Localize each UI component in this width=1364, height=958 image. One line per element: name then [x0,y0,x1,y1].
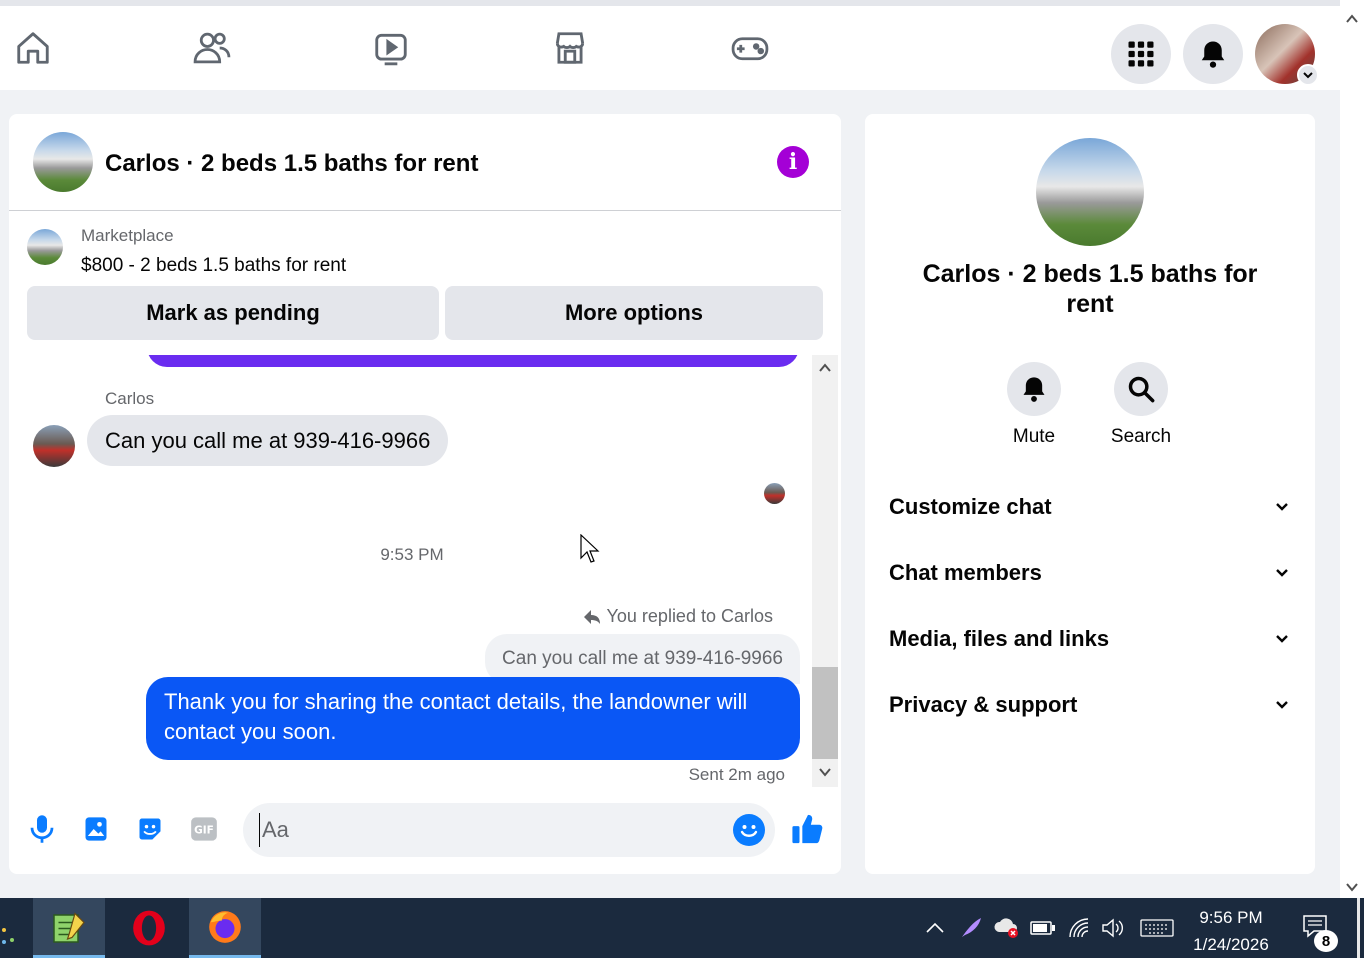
section-privacy-support[interactable]: Privacy & support [889,685,1289,725]
conversation-avatar[interactable] [1036,138,1144,246]
message-list: Carlos Can you call me at 939-416-9966 9… [9,355,841,787]
scroll-up-icon[interactable] [1345,12,1359,26]
volume-icon[interactable] [1101,916,1127,940]
gif-icon[interactable]: GIF [189,814,219,844]
section-label: Privacy & support [889,692,1078,717]
chat-header: Carlos · 2 beds 1.5 baths for rent i [9,114,841,211]
section-customize-chat[interactable]: Customize chat [889,487,1289,527]
reply-icon [583,609,600,624]
touch-keyboard-icon[interactable] [1140,916,1174,940]
menu-grid-button[interactable] [1111,24,1171,84]
watch-icon[interactable] [371,28,411,68]
search-label: Search [1110,426,1172,447]
sender-avatar[interactable] [33,425,75,467]
marketplace-icon[interactable] [550,28,590,68]
notepad-app-icon [53,911,85,943]
chevron-down-icon [1297,64,1319,86]
bell-icon [1023,377,1045,402]
replied-label: You replied to Carlos [606,606,773,626]
message-composer[interactable] [243,803,775,857]
mark-as-pending-button[interactable]: Mark as pending [27,286,439,340]
section-chat-members[interactable]: Chat members [889,553,1289,593]
thumbs-up-icon[interactable] [791,812,825,846]
pen-feather-icon[interactable] [958,916,984,940]
sender-name: Carlos [105,389,155,408]
scroll-up-icon[interactable] [818,361,832,375]
marketplace-listing-thumbnail[interactable] [27,229,63,265]
incoming-message[interactable]: Can you call me at 939-416-9966 [87,415,449,466]
photo-icon[interactable] [81,814,111,844]
chevron-down-icon [1276,635,1288,643]
cloud-error-icon[interactable] [994,916,1020,940]
taskbar-clock[interactable]: 9:56 PM 1/24/2026 [1176,904,1286,958]
notification-count-badge: 8 [1314,930,1338,952]
show-hidden-icons-chevron-icon[interactable] [922,916,948,940]
outgoing-message[interactable]: Thank you for sharing the contact detail… [146,677,800,760]
opera-browser-icon [133,910,165,946]
windows-taskbar: 9:56 PM 1/24/2026 [0,898,1364,958]
section-label: Customize chat [889,494,1052,519]
sent-status: Sent 2m ago [688,765,785,784]
chat-scrollbar[interactable] [812,355,838,787]
seen-indicator-avatar [764,483,785,504]
search-icon [1128,376,1155,403]
message-timestamp: 9:53 PM [380,545,444,564]
mouse-cursor-icon [580,534,600,563]
message-input[interactable] [259,813,709,847]
battery-icon[interactable] [1030,916,1056,940]
microphone-icon[interactable] [27,814,57,844]
sticker-icon[interactable] [135,814,165,844]
wifi-icon[interactable] [1067,916,1093,940]
listing-summary[interactable]: $800 - 2 beds 1.5 baths for rent [81,255,346,277]
firefox-browser-icon [209,910,241,943]
section-media-files-links[interactable]: Media, files and links [889,619,1289,659]
notifications-button[interactable] [1183,24,1243,84]
more-options-button[interactable]: More options [445,286,823,340]
previous-message-bubble [147,355,799,367]
clock-date: 1/24/2026 [1193,935,1269,954]
svg-text:GIF: GIF [194,825,214,837]
taskbar-app-notepad[interactable] [33,898,105,958]
show-desktop-strip[interactable] [1357,898,1360,958]
friends-icon[interactable] [192,28,232,68]
notifications-icon [1201,41,1225,68]
top-navigation-bar [0,0,1340,90]
chat-panel: Carlos · 2 beds 1.5 baths for rent i Mar… [9,114,841,874]
start-dots-icon[interactable] [0,920,20,950]
scroll-down-icon[interactable] [1345,880,1359,894]
account-avatar[interactable] [1255,24,1319,86]
listing-avatar[interactable] [33,132,93,192]
chevron-down-icon [1276,569,1288,577]
mute-button[interactable]: Mute [994,362,1074,448]
info-panel-title: Carlos · 2 beds 1.5 baths for rent [922,260,1258,318]
mute-label: Mute [1012,426,1056,447]
section-label: Media, files and links [889,626,1110,651]
chevron-down-icon [1276,701,1288,709]
section-label: Chat members [889,560,1042,585]
conversation-info-panel: Carlos · 2 beds 1.5 baths for rent Mute … [865,114,1315,874]
search-button[interactable]: Search [1101,362,1181,448]
marketplace-label: Marketplace [81,226,174,245]
chevron-down-icon [1276,503,1288,511]
reply-indicator: You replied to Carlos [583,606,773,627]
menu-grid-icon [1128,41,1154,67]
info-icon[interactable]: i [777,146,809,178]
clock-time: 9:56 PM [1199,908,1263,927]
emoji-icon[interactable] [733,814,765,846]
home-icon[interactable] [13,28,53,68]
taskbar-app-firefox[interactable] [189,898,261,958]
chat-title[interactable]: Carlos · 2 beds 1.5 baths for rent [105,150,478,178]
window-scrollbar[interactable] [1340,0,1364,898]
scroll-thumb[interactable] [812,667,838,759]
taskbar-app-opera[interactable] [113,898,185,958]
gaming-icon[interactable] [730,28,770,68]
scroll-down-icon[interactable] [818,765,832,779]
